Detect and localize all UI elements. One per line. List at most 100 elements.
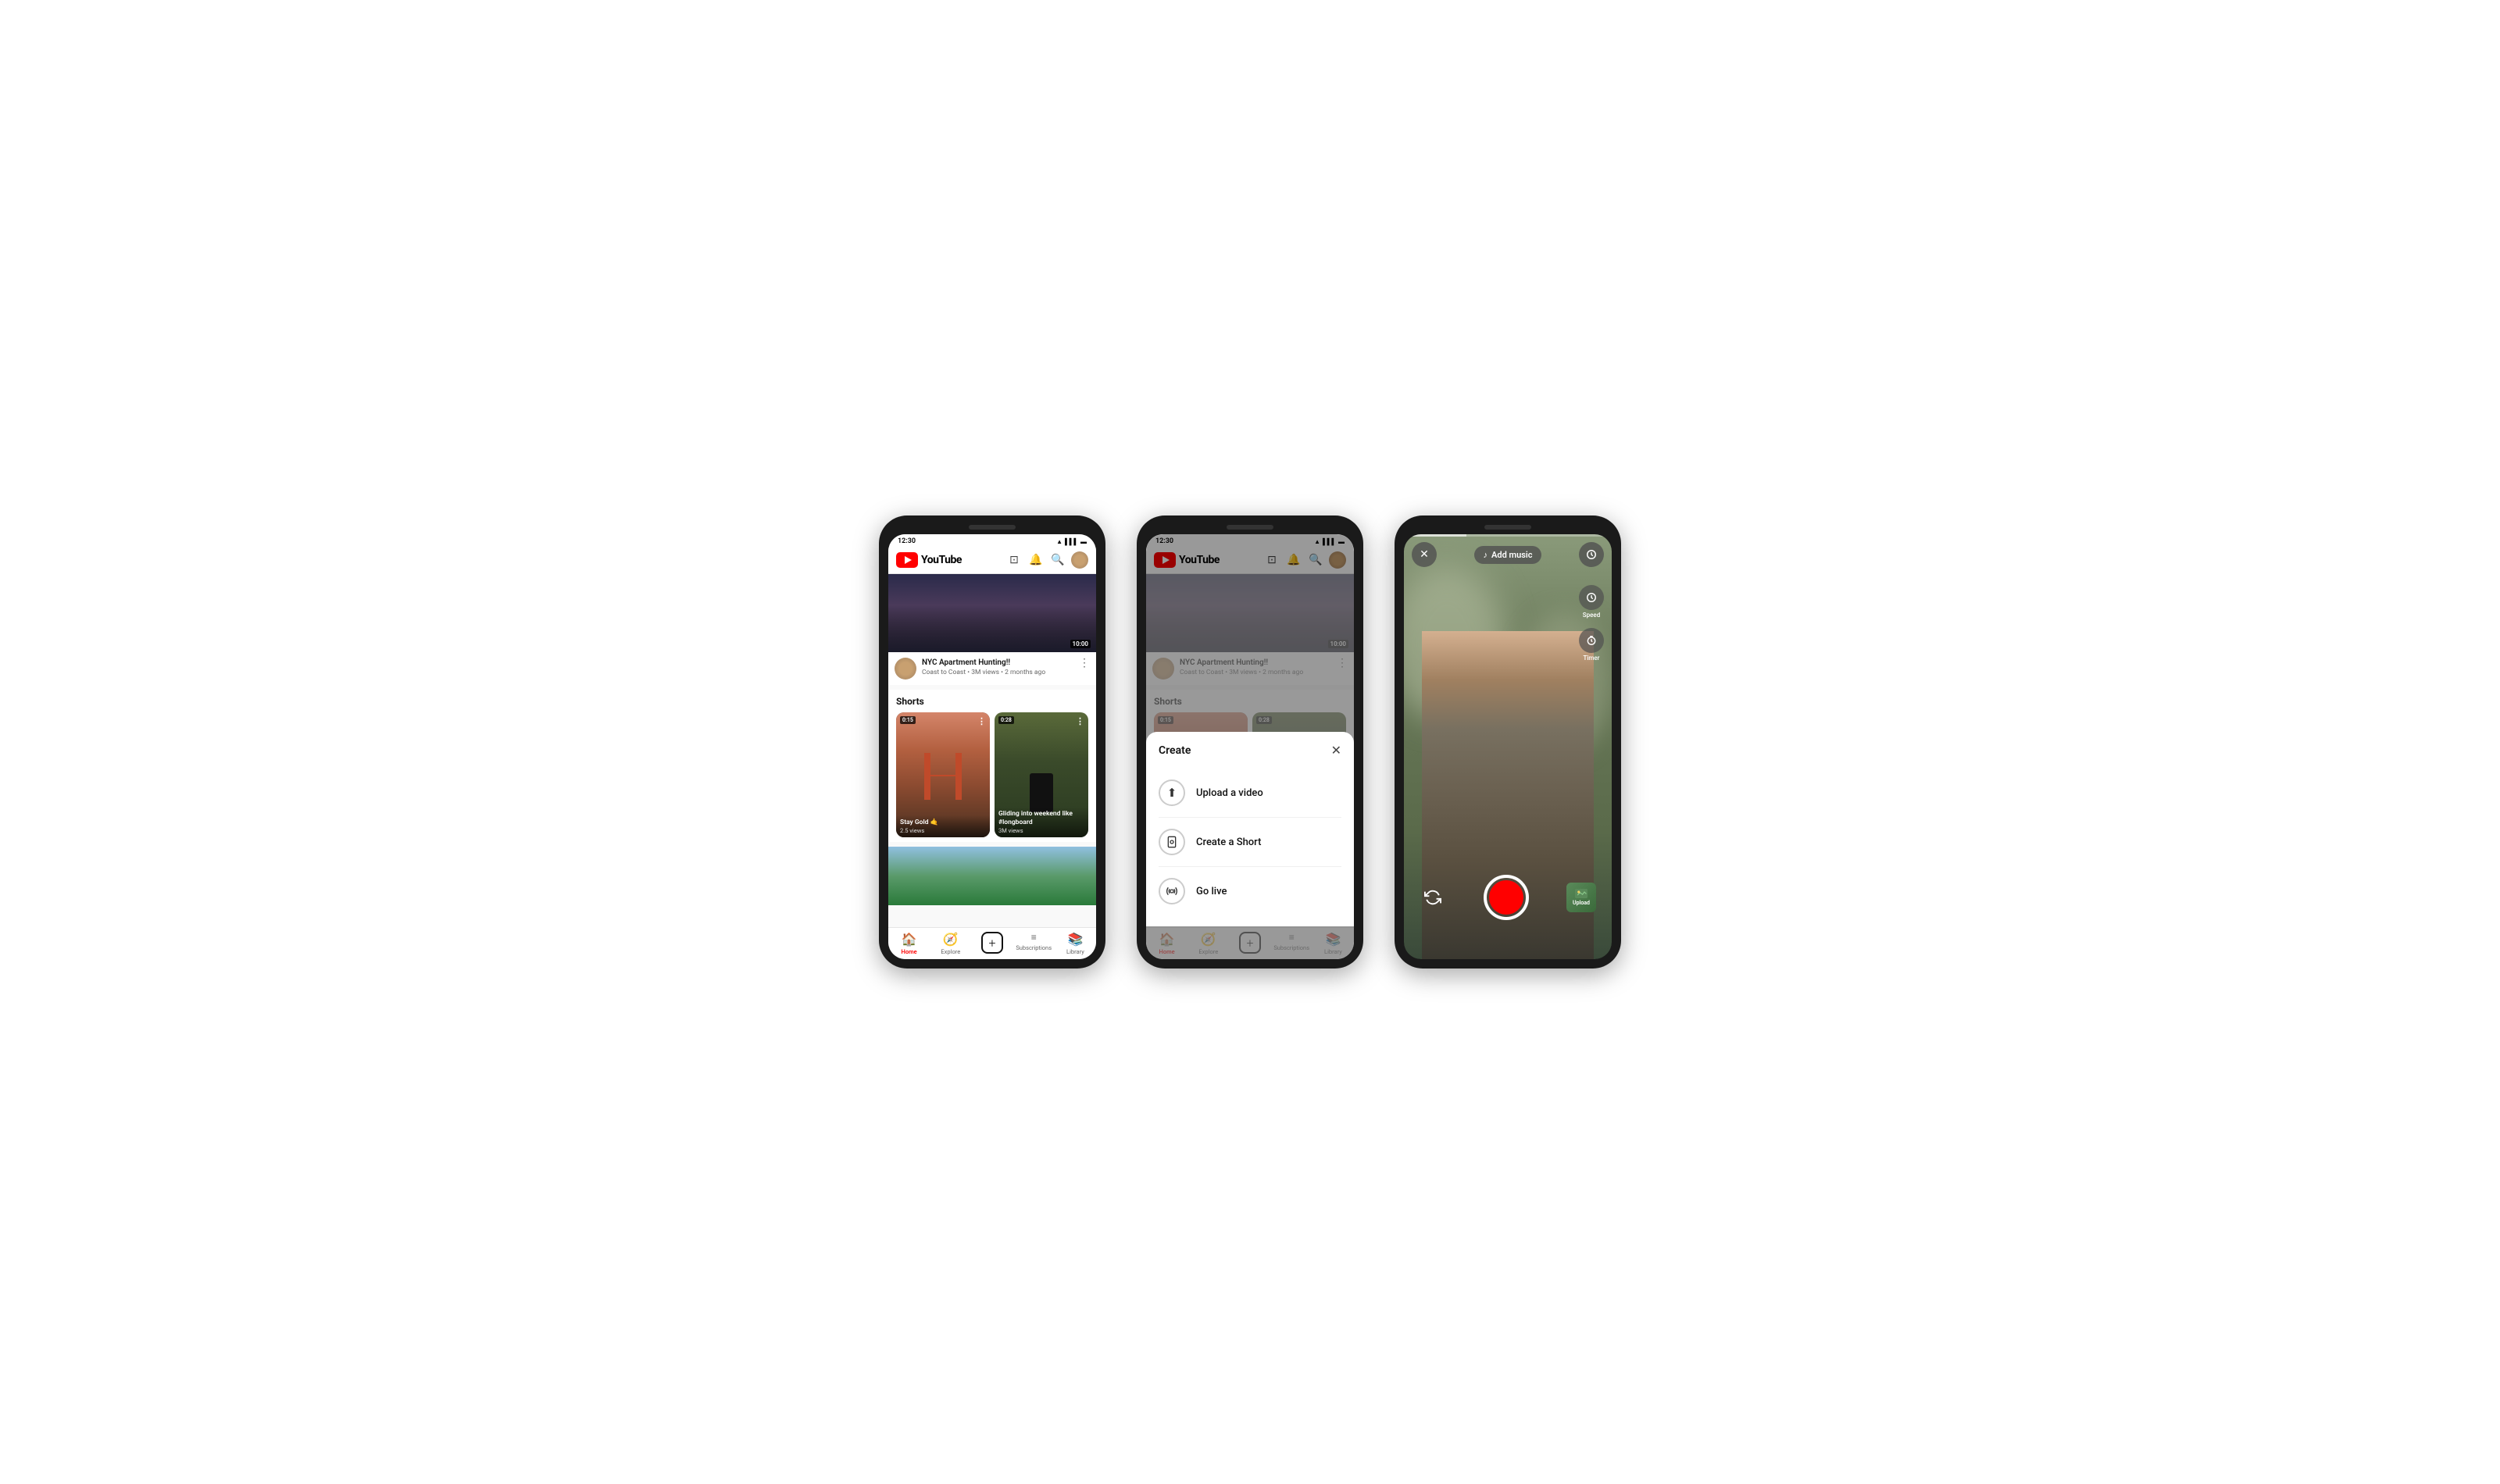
create-close-button[interactable]: ✕ xyxy=(1331,743,1341,758)
phone-screen-1: 12:30 ▲ ▌▌▌ ▬ YouTube ⊡ 🔔 🔍 xyxy=(888,534,1096,959)
nav-library[interactable]: 📚 Library xyxy=(1055,932,1096,955)
camera-close-button[interactable]: ✕ xyxy=(1412,542,1437,567)
short-label: Create a Short xyxy=(1196,837,1261,848)
wifi-icon: ▲ xyxy=(1056,538,1062,545)
subscriptions-icon: ≡ xyxy=(1031,932,1037,943)
thumbnail-icon xyxy=(1575,889,1588,898)
phone-notch-3 xyxy=(1404,525,1612,530)
status-time-1: 12:30 xyxy=(898,537,916,545)
cast-icon[interactable]: ⊡ xyxy=(1005,551,1023,569)
video-title-1: NYC Apartment Hunting!! xyxy=(922,658,1073,668)
timer-control[interactable]: Timer xyxy=(1579,628,1604,662)
avatar-1[interactable] xyxy=(1071,551,1088,569)
short-duration-2: 0:28 xyxy=(998,716,1014,724)
camera-flip-button[interactable] xyxy=(1420,884,1446,911)
phone-notch-2 xyxy=(1146,525,1354,530)
yt-logo-icon-1 xyxy=(896,552,918,568)
short-create-icon xyxy=(1159,829,1185,855)
video-meta-1: NYC Apartment Hunting!! Coast to Coast •… xyxy=(922,658,1073,676)
nav-home[interactable]: 🏠 Home xyxy=(888,932,930,955)
short-duration-1: 0:15 xyxy=(900,716,916,724)
upload-thumbnail-button[interactable]: Upload xyxy=(1566,883,1596,912)
nav-library-label: Library xyxy=(1066,948,1084,955)
building-detail xyxy=(888,574,1096,652)
yt-logo-text-1: YouTube xyxy=(921,554,962,566)
signal-icon: ▌▌▌ xyxy=(1065,538,1078,545)
speaker-3 xyxy=(1484,525,1531,530)
shorts-section-1: Shorts 0:15 ⋮ xyxy=(888,690,1096,842)
nature-banner-1[interactable] xyxy=(888,847,1096,905)
shorts-row-1: 0:15 ⋮ Stay Gold 🤙 2.5 views 0:28 ⋮ xyxy=(888,712,1096,837)
short-views-2: 3M views xyxy=(998,827,1084,834)
explore-icon: 🧭 xyxy=(943,932,959,947)
video-duration-1: 10:00 xyxy=(1070,640,1091,648)
short-views-1: 2.5 views xyxy=(900,827,986,834)
upload-label: Upload a video xyxy=(1196,787,1263,799)
camera-progress-fill xyxy=(1404,534,1466,537)
phone-2: 12:30 ▲ ▌▌▌ ▬ YouTube ⊡ 🔔 🔍 xyxy=(1137,515,1363,969)
phone-screen-2: 12:30 ▲ ▌▌▌ ▬ YouTube ⊡ 🔔 🔍 xyxy=(1146,534,1354,959)
building-silhouette xyxy=(888,605,1096,652)
upload-icon: ⬆ xyxy=(1159,779,1185,806)
bottom-nav-1: 🏠 Home 🧭 Explore + ≡ Subscriptions 📚 Lib… xyxy=(888,927,1096,959)
nav-home-label: Home xyxy=(902,948,917,955)
nature-inner xyxy=(888,847,1096,905)
timer-label: Timer xyxy=(1584,655,1600,662)
music-note-icon: ♪ xyxy=(1484,550,1488,560)
camera-bottom-controls: Upload xyxy=(1404,875,1612,920)
yt-header-1: YouTube ⊡ 🔔 🔍 xyxy=(888,547,1096,574)
status-bar-1: 12:30 ▲ ▌▌▌ ▬ xyxy=(888,534,1096,547)
create-title: Create xyxy=(1159,744,1191,757)
add-music-button[interactable]: ♪ Add music xyxy=(1474,546,1542,564)
create-header: Create ✕ xyxy=(1159,743,1341,758)
nav-create[interactable]: + xyxy=(971,932,1012,955)
speed-control[interactable]: Speed xyxy=(1579,585,1604,619)
home-icon: 🏠 xyxy=(902,932,917,947)
video-thumb-1 xyxy=(895,658,916,680)
create-plus-icon[interactable]: + xyxy=(981,932,1003,954)
add-music-label: Add music xyxy=(1491,550,1532,560)
short-caption-2: Gliding into weekend like #longboard 3M … xyxy=(995,807,1088,837)
camera-right-controls: Speed Timer xyxy=(1579,585,1604,662)
flip-icon xyxy=(1424,889,1441,906)
create-item-short[interactable]: Create a Short xyxy=(1159,818,1341,867)
yt-logo-1: YouTube xyxy=(896,552,962,568)
short-menu-1[interactable]: ⋮ xyxy=(977,716,986,726)
nav-subscriptions[interactable]: ≡ Subscriptions xyxy=(1013,932,1055,955)
search-icon-1[interactable]: 🔍 xyxy=(1049,551,1066,569)
timer-right-icon xyxy=(1579,628,1604,653)
speaker-1 xyxy=(969,525,1016,530)
live-label: Go live xyxy=(1196,886,1227,897)
phone-1: 12:30 ▲ ▌▌▌ ▬ YouTube ⊡ 🔔 🔍 xyxy=(879,515,1105,969)
shorts-title-1: Shorts xyxy=(888,696,1096,707)
short-card-1[interactable]: 0:15 ⋮ Stay Gold 🤙 2.5 views xyxy=(896,712,990,837)
camera-screen: ✕ ♪ Add music xyxy=(1404,534,1612,959)
nav-explore[interactable]: 🧭 Explore xyxy=(930,932,971,955)
video-more-1[interactable]: ⋮ xyxy=(1079,658,1090,669)
create-item-live[interactable]: Go live xyxy=(1159,867,1341,915)
upload-thumb-label: Upload xyxy=(1573,900,1590,906)
short-title-2: Gliding into weekend like #longboard xyxy=(998,810,1084,827)
create-sheet: Create ✕ ⬆ Upload a video Create a Short xyxy=(1146,732,1354,926)
video-info-1[interactable]: NYC Apartment Hunting!! Coast to Coast •… xyxy=(888,652,1096,685)
speed-icon xyxy=(1586,549,1597,560)
video-sub-1: Coast to Coast • 3M views • 2 months ago xyxy=(922,669,1073,676)
short-caption-1: Stay Gold 🤙 2.5 views xyxy=(896,815,990,837)
bell-icon[interactable]: 🔔 xyxy=(1027,551,1045,569)
video-banner-1[interactable]: 10:00 xyxy=(888,574,1096,652)
library-icon: 📚 xyxy=(1067,932,1083,947)
camera-speed-button[interactable] xyxy=(1579,542,1604,567)
battery-icon: ▬ xyxy=(1080,538,1087,545)
phone-notch-1 xyxy=(888,525,1096,530)
camera-top-bar: ✕ ♪ Add music xyxy=(1404,534,1612,572)
nav-explore-label: Explore xyxy=(941,948,960,955)
short-card-2[interactable]: 0:28 ⋮ Gliding into weekend like #longbo… xyxy=(995,712,1088,837)
speaker-2 xyxy=(1227,525,1273,530)
live-icon xyxy=(1159,878,1185,904)
close-x-icon: ✕ xyxy=(1420,548,1429,561)
record-button[interactable] xyxy=(1484,875,1529,920)
speed-label: Speed xyxy=(1583,612,1600,619)
create-item-upload[interactable]: ⬆ Upload a video xyxy=(1159,769,1341,818)
feed-content-1: 10:00 NYC Apartment Hunting!! Coast to C… xyxy=(888,574,1096,927)
short-menu-2[interactable]: ⋮ xyxy=(1076,716,1084,726)
